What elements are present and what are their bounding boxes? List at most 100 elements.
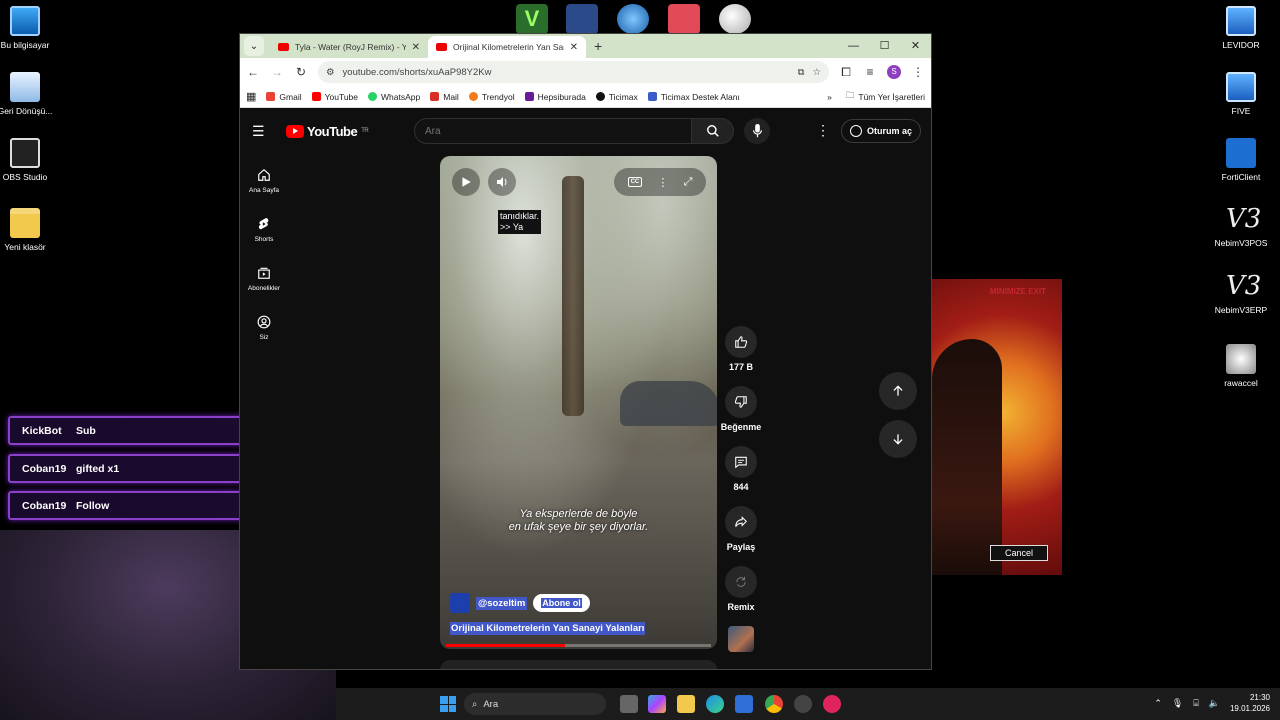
like-button[interactable] [725, 326, 757, 358]
profile-avatar[interactable]: S [887, 65, 901, 79]
tab-tyla-water[interactable]: Tyla - Water (RoyJ Remix) - You ✕ [270, 36, 428, 58]
tab-search-button[interactable]: ⌄ [244, 36, 264, 56]
more-options-icon[interactable]: ⋮ [657, 176, 668, 189]
sign-in-button[interactable]: Oturum aç [841, 119, 922, 143]
nav-subscriptions[interactable]: Abonelikler [240, 254, 288, 303]
volume-tray-icon[interactable]: 🔈 [1209, 698, 1220, 709]
nav-you[interactable]: Siz [240, 303, 288, 352]
microphone-tray-icon[interactable]: 🎙 [1172, 698, 1183, 709]
comments-action[interactable]: 844 [716, 446, 766, 492]
desktop-icon-this-pc[interactable]: Bu bilgisayar [0, 6, 60, 50]
close-tab-icon[interactable]: ✕ [570, 42, 578, 53]
chevron-up-icon[interactable]: ⌃ [1154, 698, 1162, 709]
bookmark-whatsapp[interactable]: WhatsApp [368, 92, 420, 102]
desktop-icon-nebimv3pos[interactable]: V3 NebimV3POS [1206, 204, 1276, 248]
close-window-icon[interactable]: ✕ [900, 34, 931, 58]
bookmark-mail[interactable]: Mail [430, 92, 459, 102]
bookmark-ticimax[interactable]: Ticimax [595, 92, 638, 102]
remix-action[interactable]: Remix [716, 566, 766, 612]
desktop-icon-obs[interactable]: OBS Studio [0, 138, 60, 182]
forward-icon[interactable]: → [270, 65, 284, 79]
media-control-icon[interactable]: ≡ [863, 65, 877, 79]
short-video-player[interactable]: CC ⋮ ⤢ tanıdıklar. >> Ya Ya eksperlerde … [440, 156, 717, 649]
minimize-icon[interactable]: — [838, 34, 869, 58]
dislike-action[interactable]: Beğenme [716, 386, 766, 432]
fullscreen-icon[interactable]: ⤢ [684, 176, 693, 189]
file-explorer-icon[interactable] [677, 695, 695, 713]
edge-icon[interactable] [706, 695, 724, 713]
previous-short-button[interactable] [879, 372, 917, 410]
dislike-button[interactable] [725, 386, 757, 418]
reload-icon[interactable]: ↻ [294, 65, 308, 79]
share-button[interactable] [725, 506, 757, 538]
next-short-button[interactable] [879, 420, 917, 458]
chrome-icon[interactable] [765, 695, 783, 713]
audio-track-thumbnail[interactable] [728, 626, 754, 652]
start-button-icon[interactable] [440, 696, 456, 712]
task-view-icon[interactable] [620, 695, 638, 713]
duck-app-icon[interactable] [719, 4, 751, 34]
settings-more-icon[interactable]: ⋮ [816, 122, 830, 139]
next-short-preview[interactable] [440, 660, 717, 669]
bookmark-ticimax-destek[interactable]: Ticimax Destek Alanı [647, 92, 740, 102]
desktop-icon-forticlient[interactable]: FortiClient [1206, 138, 1276, 182]
ticimax-support-icon [647, 92, 657, 101]
channel-avatar[interactable] [450, 593, 470, 613]
apps-grid-icon[interactable]: ▦ [246, 90, 256, 103]
bookmark-star-icon[interactable]: ☆ [812, 67, 821, 78]
bookmark-hepsiburada[interactable]: Hepsiburada [524, 92, 586, 102]
maximize-icon[interactable]: ☐ [869, 34, 900, 58]
chrome-menu-icon[interactable]: ⋮ [911, 65, 925, 79]
all-bookmarks-folder[interactable]: 🗀 Tüm Yer İşaretleri [846, 90, 925, 104]
counter-strike-icon[interactable] [566, 4, 598, 34]
search-button[interactable] [692, 118, 734, 144]
nav-home[interactable]: Ana Sayfa [240, 156, 288, 205]
desktop-icon-rawaccel[interactable]: rawaccel [1206, 344, 1276, 388]
obs-taskbar-icon[interactable] [794, 695, 812, 713]
bookmark-gmail[interactable]: Gmail [266, 92, 302, 102]
bookmark-trendyol[interactable]: Trendyol [468, 92, 515, 102]
copilot-icon[interactable] [648, 695, 666, 713]
subscribe-button[interactable]: Abone ol [533, 594, 590, 612]
taskbar-search[interactable]: ⌕ Ara [464, 693, 606, 715]
voice-search-button[interactable] [744, 118, 770, 144]
network-icon[interactable]: ⌸ [1193, 698, 1198, 709]
close-tab-icon[interactable]: ✕ [412, 42, 420, 53]
bookmark-youtube[interactable]: YouTube [311, 92, 358, 102]
clock[interactable]: 21:30 19.01.2026 [1230, 692, 1270, 714]
cancel-button[interactable]: Cancel [990, 545, 1048, 561]
site-info-icon[interactable]: ⚙ [326, 67, 335, 78]
app-red-icon[interactable] [823, 695, 841, 713]
remix-button[interactable] [725, 566, 757, 598]
extensions-icon[interactable]: ⧠ [839, 65, 853, 80]
search-input[interactable] [414, 118, 692, 144]
like-action[interactable]: 177 B [716, 326, 766, 372]
video-title[interactable]: Orijinal Kilometrelerin Yan Sanayi Yalan… [450, 622, 646, 635]
desktop-icon-new-folder[interactable]: Yeni klasör [0, 208, 60, 252]
back-icon[interactable]: ← [246, 65, 260, 79]
channel-name[interactable]: @sozeltim [476, 596, 528, 610]
play-button[interactable] [452, 168, 480, 196]
comments-button[interactable] [725, 446, 757, 478]
more-bookmarks-icon[interactable]: » [827, 92, 832, 102]
desktop-icon-levidor[interactable]: LEVIDOR [1206, 6, 1276, 50]
gta-v-icon[interactable]: V [516, 4, 548, 34]
menu-icon[interactable]: ☰ [252, 123, 268, 140]
video-progress-bar[interactable] [446, 644, 711, 647]
desktop-icon-recycle-bin[interactable]: Geri Dönüşü... [0, 72, 60, 116]
desktop-icon-five[interactable]: FIVE [1206, 72, 1276, 116]
desktop-icon-nebimv3erp[interactable]: V3 NebimV3ERP [1206, 271, 1276, 315]
mute-button[interactable] [488, 168, 516, 196]
valorant-icon[interactable] [668, 4, 700, 34]
url-text[interactable]: youtube.com/shorts/xuAaP98Y2Kw [343, 67, 790, 78]
nav-shorts[interactable]: Shorts [240, 205, 288, 254]
share-action[interactable]: Paylaş [716, 506, 766, 552]
tab-orijinal-kilometreler[interactable]: Orijinal Kilometrelerin Yan Sanayi ✕ [428, 36, 586, 58]
omnibox[interactable]: ⚙ youtube.com/shorts/xuAaP98Y2Kw ⧉ ☆ [318, 61, 829, 83]
install-app-icon[interactable]: ⧉ [798, 67, 805, 78]
new-tab-button[interactable]: + [594, 38, 602, 54]
globe-icon[interactable] [617, 4, 649, 34]
closed-captions-icon[interactable]: CC [627, 177, 643, 187]
store-icon[interactable] [735, 695, 753, 713]
youtube-logo[interactable]: YouTube TR [286, 124, 369, 139]
